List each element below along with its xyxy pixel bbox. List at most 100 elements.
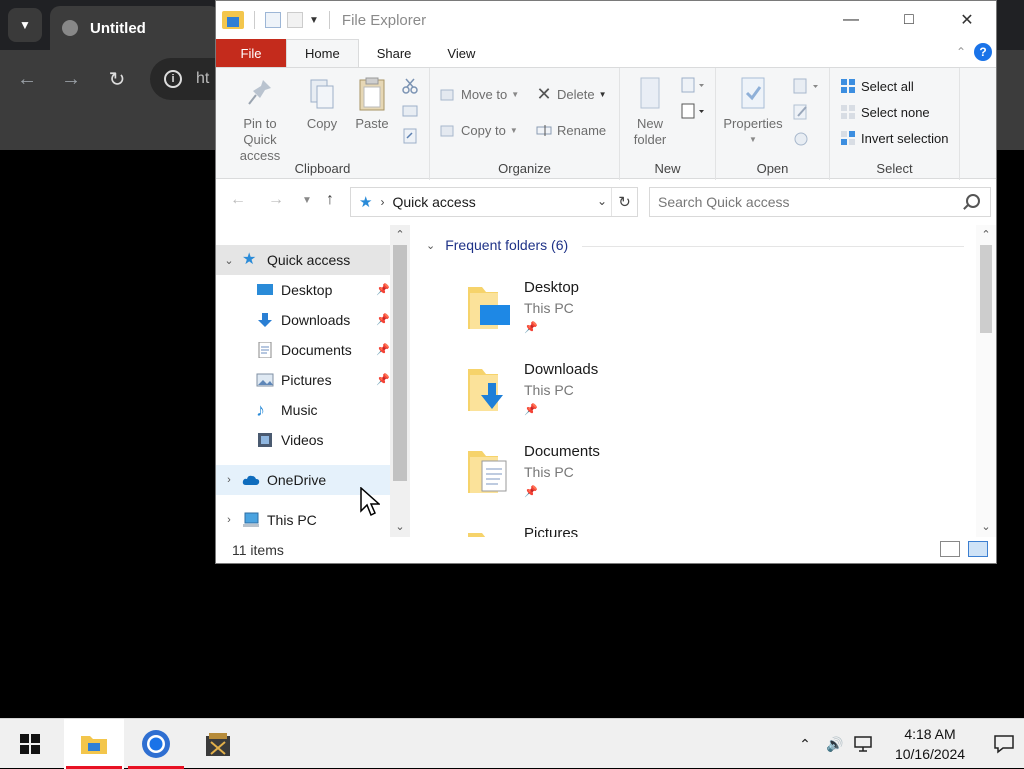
clock-time: 4:18 AM <box>904 726 956 742</box>
browser-tab-title: Untitled <box>90 19 146 37</box>
nav-documents[interactable]: Documents 📌 <box>216 335 390 365</box>
network-icon[interactable] <box>852 735 874 753</box>
select-all-button[interactable]: Select all <box>840 78 914 94</box>
download-icon <box>258 313 272 327</box>
qat-dropdown-icon[interactable]: ▼ <box>309 15 319 26</box>
history-icon[interactable] <box>792 130 810 146</box>
new-item-icon[interactable] <box>680 76 706 94</box>
volume-icon[interactable]: 🔊 <box>822 734 848 754</box>
open-icon[interactable] <box>792 78 822 94</box>
frequent-folders-header[interactable]: ⌄ Frequent folders (6) <box>426 237 568 253</box>
nav-music[interactable]: ♪ Music <box>216 395 390 425</box>
start-button[interactable] <box>0 719 60 769</box>
minimize-button[interactable]: — <box>822 1 880 39</box>
taskbar-archive-app[interactable] <box>188 719 248 769</box>
chevron-right-icon[interactable]: › <box>216 514 242 526</box>
rename-button[interactable]: Rename <box>536 122 606 138</box>
taskbar-file-explorer[interactable] <box>64 719 124 769</box>
copy-button[interactable]: Copy <box>302 76 342 132</box>
select-none-button[interactable]: Select none <box>840 104 930 120</box>
collapse-ribbon-icon[interactable]: ⌃ <box>956 45 966 59</box>
computer-icon <box>243 512 259 527</box>
quick-access-toolbar: ▼ <box>216 11 334 29</box>
nav-downloads[interactable]: Downloads 📌 <box>216 305 390 335</box>
tab-view[interactable]: View <box>429 39 493 67</box>
move-to-button[interactable]: Move to ▼ <box>440 86 519 102</box>
select-label: Select <box>876 161 913 176</box>
chevron-right-icon[interactable]: › <box>216 474 242 486</box>
maximize-button[interactable]: □ <box>880 1 938 39</box>
globe-icon <box>62 20 78 36</box>
content-scroll-thumb[interactable] <box>980 245 992 333</box>
chevron-right-icon[interactable]: › <box>380 195 384 209</box>
paste-shortcut-icon[interactable] <box>402 128 418 144</box>
properties-button[interactable]: Properties ▼ <box>722 76 784 148</box>
forward-button[interactable]: → <box>56 64 86 94</box>
up-arrow-icon[interactable]: ↑ <box>326 191 334 209</box>
easy-access-icon[interactable] <box>680 102 706 120</box>
search-input[interactable]: Search Quick access <box>649 187 991 217</box>
browser-tab[interactable]: Untitled <box>50 6 220 50</box>
scroll-down-icon[interactable]: ⌄ <box>976 517 996 535</box>
expand-arrow-icon[interactable]: ⌄ <box>216 254 242 267</box>
reload-button[interactable]: ↻ <box>102 64 132 94</box>
new-folder-button[interactable]: New folder <box>628 76 672 148</box>
title-bar[interactable]: ▼ File Explorer — □ ✕ <box>216 1 996 39</box>
breadcrumb-quick-access[interactable]: Quick access <box>392 194 475 210</box>
copy-path-icon[interactable] <box>402 104 418 118</box>
content-scrollbar[interactable]: ⌃ ⌄ <box>976 225 996 537</box>
nav-desktop[interactable]: Desktop 📌 <box>216 275 390 305</box>
back-button[interactable]: ← <box>12 64 42 94</box>
recent-locations-icon[interactable]: ▼ <box>302 195 312 206</box>
star-icon: ★ <box>359 194 373 211</box>
address-bar[interactable]: ★ › Quick access ⌄ ↻ <box>350 187 638 217</box>
cut-icon[interactable] <box>402 78 418 94</box>
scroll-down-icon[interactable]: ⌄ <box>390 517 410 535</box>
system-tray: ⌃ 🔊 4:18 AM 10/16/2024 <box>790 719 1024 769</box>
folder-tile-downloads[interactable]: Downloads This PC 📌 <box>466 359 766 439</box>
address-dropdown-icon[interactable]: ⌄ <box>597 194 607 208</box>
invert-selection-button[interactable]: Invert selection <box>840 130 948 146</box>
copy-to-icon <box>440 125 454 137</box>
clock-date: 10/16/2024 <box>894 746 966 762</box>
new-folder-qat-icon[interactable] <box>287 12 303 28</box>
scroll-up-icon[interactable]: ⌃ <box>976 225 996 243</box>
edit-icon[interactable] <box>792 104 810 120</box>
tab-search-button[interactable]: ▼ <box>8 8 42 42</box>
folder-tile-pictures[interactable]: Pictures <box>466 523 766 537</box>
copy-to-button[interactable]: Copy to ▼ <box>440 122 518 138</box>
nav-videos[interactable]: Videos <box>216 425 390 455</box>
large-icons-view-icon[interactable] <box>968 541 988 557</box>
help-icon[interactable]: ? <box>974 43 992 61</box>
tab-share[interactable]: Share <box>359 39 430 67</box>
cloud-icon <box>242 475 260 485</box>
paste-button[interactable]: Paste <box>350 76 394 132</box>
notifications-button[interactable] <box>984 719 1024 769</box>
pin-to-quick-access-button[interactable]: Pin to Quick access <box>222 76 298 164</box>
folder-tile-documents[interactable]: Documents This PC 📌 <box>466 441 766 521</box>
tab-file[interactable]: File <box>216 39 286 67</box>
scroll-up-icon[interactable]: ⌃ <box>390 225 410 243</box>
close-button[interactable]: ✕ <box>938 1 996 39</box>
delete-button[interactable]: ✕ Delete ▼ <box>536 85 606 103</box>
nav-scroll-thumb[interactable] <box>393 245 407 481</box>
properties-qat-icon[interactable] <box>265 12 281 28</box>
nav-quick-access[interactable]: ⌄ ★ Quick access <box>216 245 390 275</box>
taskbar: ⌃ 🔊 4:18 AM 10/16/2024 <box>0 718 1024 769</box>
desktop-icon <box>257 284 273 295</box>
back-arrow-icon[interactable]: ← <box>230 191 246 209</box>
refresh-icon[interactable]: ↻ <box>611 188 637 216</box>
show-hidden-icons-icon[interactable]: ⌃ <box>792 734 818 754</box>
nav-scrollbar[interactable]: ⌃ ⌄ <box>390 225 410 537</box>
details-view-icon[interactable] <box>940 541 960 557</box>
nav-pictures[interactable]: Pictures 📌 <box>216 365 390 395</box>
clipboard-group: Pin to Quick access Copy Paste Clipboard <box>216 68 430 180</box>
collapse-section-icon[interactable]: ⌄ <box>426 239 435 252</box>
folder-tile-desktop[interactable]: Desktop This PC 📌 <box>466 277 766 357</box>
new-group: New folder New <box>620 68 716 180</box>
taskbar-chrome[interactable] <box>126 719 186 769</box>
forward-arrow-icon[interactable]: → <box>268 191 284 209</box>
clock[interactable]: 4:18 AM 10/16/2024 <box>884 724 976 764</box>
select-none-icon <box>841 105 855 119</box>
tab-home[interactable]: Home <box>286 39 359 67</box>
